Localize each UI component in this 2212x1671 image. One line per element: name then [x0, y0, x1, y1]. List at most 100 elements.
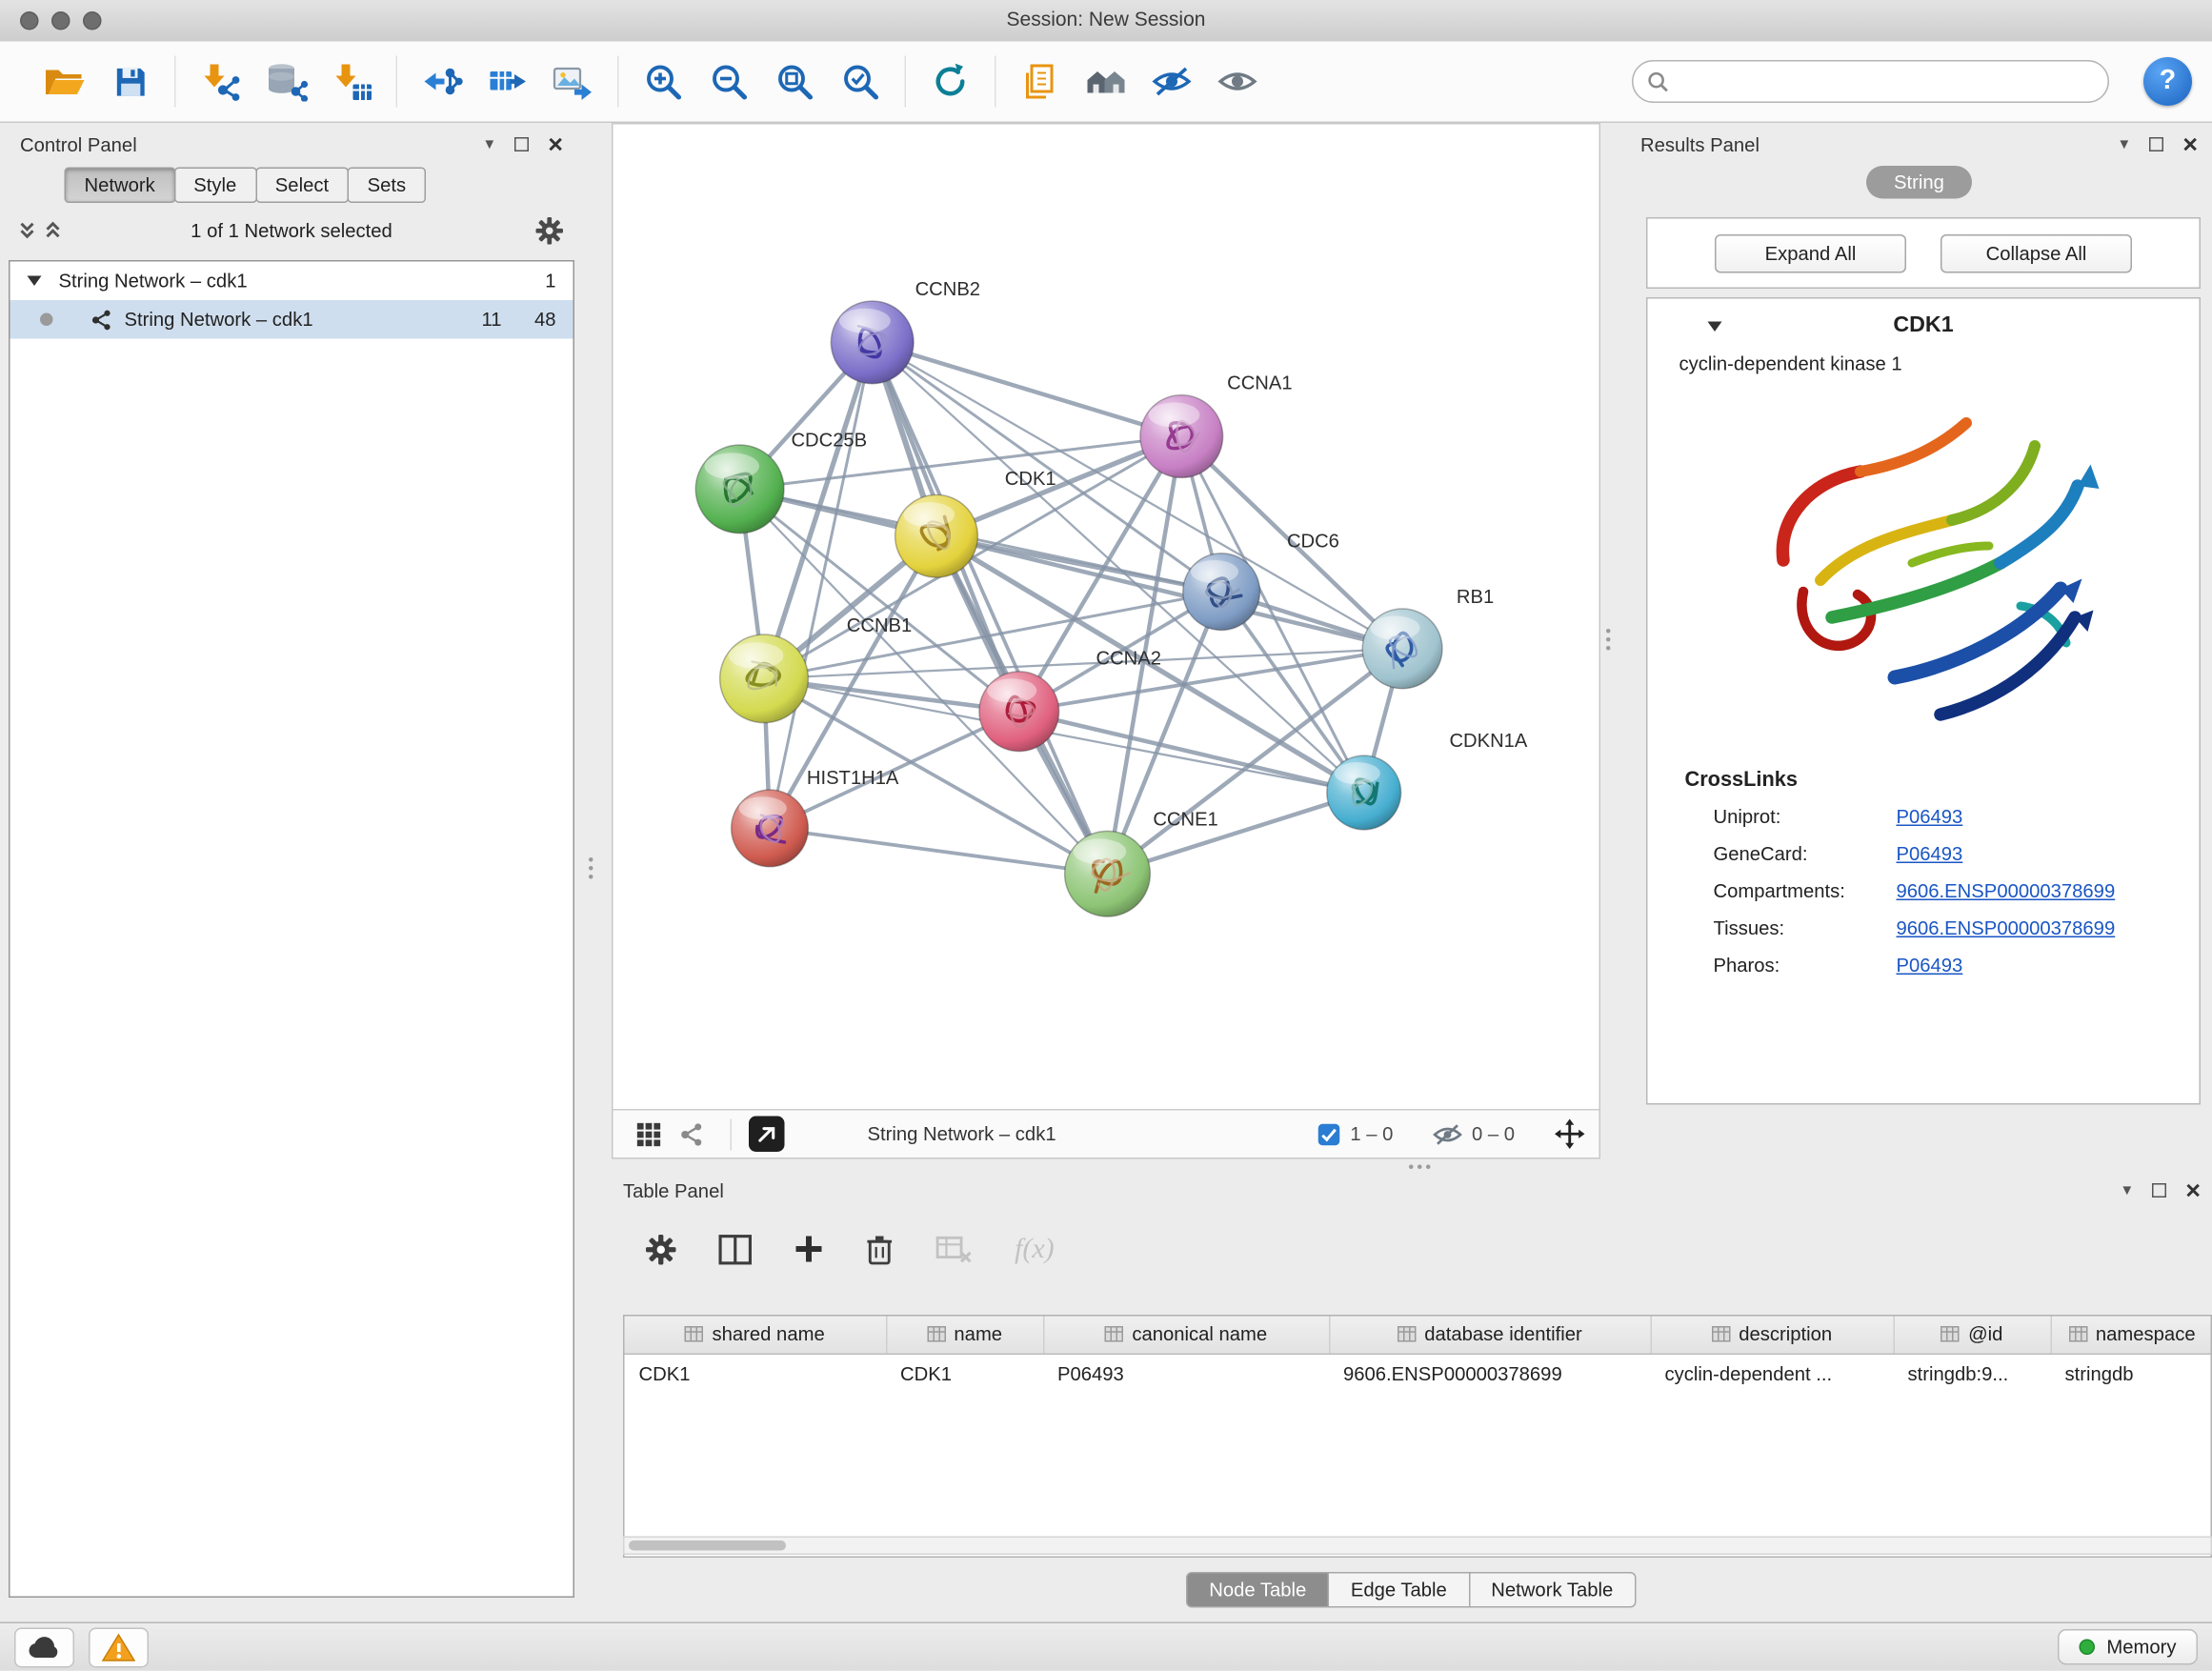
zoom-out-icon[interactable] — [696, 51, 762, 111]
column-header[interactable]: shared name — [625, 1317, 887, 1355]
collapse-icon[interactable] — [1708, 321, 1722, 332]
open-session-icon[interactable] — [31, 51, 97, 111]
network-node-RB1[interactable]: RB1 — [1362, 587, 1494, 689]
panel-float-icon[interactable] — [2150, 137, 2164, 151]
import-table-file-icon[interactable] — [319, 51, 385, 111]
network-canvas[interactable]: CCNB2CCNA1CDC25BCDK1CDC6RB1CCNB1CCNA2CDK… — [613, 125, 1599, 1110]
network-share-icon[interactable] — [671, 1114, 714, 1154]
network-row-selected[interactable]: String Network – cdk1 11 48 — [10, 300, 573, 339]
expand-all-icon[interactable] — [43, 220, 63, 240]
network-edge-CCNB2-CCNE1[interactable] — [873, 342, 1108, 874]
table-from-network-icon[interactable] — [474, 51, 540, 111]
tab-node-table[interactable]: Node Table — [1186, 1572, 1329, 1608]
cell-namespace[interactable]: stringdb — [2051, 1354, 2212, 1392]
birds-eye-view-icon[interactable] — [628, 1114, 671, 1154]
collapse-all-icon[interactable] — [17, 220, 37, 240]
apply-layout-icon[interactable] — [917, 51, 983, 111]
string-tab-badge[interactable]: String — [1867, 166, 1972, 199]
panel-menu-icon[interactable]: ▼ — [2117, 136, 2131, 152]
column-header[interactable]: namespace — [2051, 1317, 2212, 1355]
zoom-fit-icon[interactable] — [762, 51, 828, 111]
collapse-icon[interactable] — [28, 276, 42, 287]
crosslink-link[interactable]: 9606.ENSP00000378699 — [1897, 880, 2116, 902]
panel-float-icon[interactable] — [2153, 1183, 2167, 1198]
network-edge-CCNB2-CCNA1[interactable] — [873, 342, 1182, 436]
cell-canonical-name[interactable]: P06493 — [1043, 1354, 1329, 1392]
panel-close-icon[interactable]: × — [2182, 134, 2198, 154]
column-header[interactable]: canonical name — [1043, 1317, 1329, 1355]
network-edge-CCNB2-RB1[interactable] — [873, 342, 1402, 649]
panel-menu-icon[interactable]: ▼ — [2120, 1182, 2134, 1198]
protein-section-header[interactable]: CDK1 — [1648, 299, 2200, 353]
crosslink-link[interactable]: P06493 — [1897, 843, 1963, 865]
import-network-file-icon[interactable] — [188, 51, 253, 111]
right-splitter-grip[interactable] — [1606, 629, 1611, 651]
save-session-icon[interactable] — [97, 51, 163, 111]
crosslink-link[interactable]: P06493 — [1897, 955, 1963, 976]
column-header[interactable]: @id — [1894, 1317, 2051, 1355]
panel-close-icon[interactable]: × — [548, 134, 563, 154]
delete-icon[interactable] — [866, 1234, 894, 1264]
cloud-button[interactable] — [14, 1627, 74, 1667]
node-table[interactable]: shared name name canonical name database… — [623, 1315, 2212, 1558]
show-all-networks-icon[interactable] — [1074, 51, 1139, 111]
tab-network-table[interactable]: Network Table — [1468, 1572, 1636, 1608]
scrollbar-thumb[interactable] — [629, 1540, 786, 1551]
zoom-selected-icon[interactable] — [828, 51, 894, 111]
columns-icon[interactable] — [719, 1234, 753, 1264]
documentation-icon[interactable] — [1008, 51, 1074, 111]
cell-description[interactable]: cyclin-dependent ... — [1651, 1354, 1894, 1392]
column-header[interactable]: description — [1651, 1317, 1894, 1355]
column-header[interactable]: name — [886, 1317, 1043, 1355]
expand-all-button[interactable]: Expand All — [1715, 233, 1906, 272]
panel-menu-icon[interactable]: ▼ — [482, 136, 496, 152]
show-hidden-icon[interactable] — [1205, 51, 1271, 111]
network-edge-HIST1H1A-CCNE1[interactable] — [770, 828, 1107, 874]
pan-crosshair-icon[interactable] — [1555, 1119, 1585, 1150]
tab-sets[interactable]: Sets — [348, 168, 427, 204]
help-button[interactable]: ? — [2143, 57, 2192, 106]
crosslink-link[interactable]: 9606.ENSP00000378699 — [1897, 917, 2116, 939]
column-header[interactable]: database identifier — [1329, 1317, 1651, 1355]
table-row[interactable]: CDK1 CDK1 P06493 9606.ENSP00000378699 cy… — [625, 1354, 2212, 1392]
cell-name[interactable]: CDK1 — [886, 1354, 1043, 1392]
zoom-in-icon[interactable] — [631, 51, 696, 111]
selected-checkbox-icon[interactable] — [1317, 1122, 1340, 1145]
node-count: 11 — [465, 309, 502, 331]
cell-database-identifier[interactable]: 9606.ENSP00000378699 — [1329, 1354, 1651, 1392]
network-node-HIST1H1A[interactable]: HIST1H1A — [732, 768, 899, 867]
network-node-CDKN1A[interactable]: CDKN1A — [1327, 731, 1528, 830]
network-node-CCNA1[interactable]: CCNA1 — [1140, 373, 1293, 478]
hide-unselected-icon[interactable] — [1139, 51, 1205, 111]
network-from-selection-icon[interactable] — [409, 51, 474, 111]
cell-id[interactable]: stringdb:9... — [1894, 1354, 2051, 1392]
search-input[interactable] — [1678, 70, 2108, 94]
gear-icon[interactable] — [646, 1234, 676, 1264]
panel-close-icon[interactable]: × — [2185, 1180, 2201, 1200]
network-edge-CCNA2-CDKN1A[interactable] — [1019, 712, 1364, 793]
hidden-eye-icon[interactable] — [1433, 1122, 1461, 1145]
memory-button[interactable]: Memory — [2058, 1629, 2198, 1665]
tab-select[interactable]: Select — [255, 168, 349, 204]
export-network-button[interactable] — [749, 1117, 785, 1153]
collapse-all-button[interactable]: Collapse All — [1941, 233, 2132, 272]
import-network-database-icon[interactable] — [253, 51, 319, 111]
network-options-gear-icon[interactable] — [536, 216, 564, 244]
tab-network[interactable]: Network — [65, 168, 175, 204]
string-network-graph[interactable]: CCNB2CCNA1CDC25BCDK1CDC6RB1CCNB1CCNA2CDK… — [613, 125, 1599, 1110]
panel-float-icon[interactable] — [515, 137, 530, 151]
export-image-icon[interactable] — [540, 51, 606, 111]
left-splitter-grip[interactable] — [589, 857, 593, 879]
crosslink-link[interactable]: P06493 — [1897, 806, 1963, 828]
network-edge-CCNB2-HIST1H1A[interactable] — [770, 342, 873, 828]
tab-style[interactable]: Style — [173, 168, 256, 204]
warnings-button[interactable] — [89, 1627, 149, 1667]
tab-edge-table[interactable]: Edge Table — [1328, 1572, 1470, 1608]
network-collection-row[interactable]: String Network – cdk1 1 — [10, 262, 573, 301]
node-label-CDC6: CDC6 — [1287, 532, 1339, 553]
horizontal-scrollbar[interactable] — [623, 1537, 2212, 1556]
search-box[interactable] — [1632, 60, 2109, 103]
bottom-splitter-grip[interactable] — [1409, 1165, 1431, 1170]
cell-shared-name[interactable]: CDK1 — [625, 1354, 887, 1392]
add-row-icon[interactable] — [794, 1235, 823, 1263]
